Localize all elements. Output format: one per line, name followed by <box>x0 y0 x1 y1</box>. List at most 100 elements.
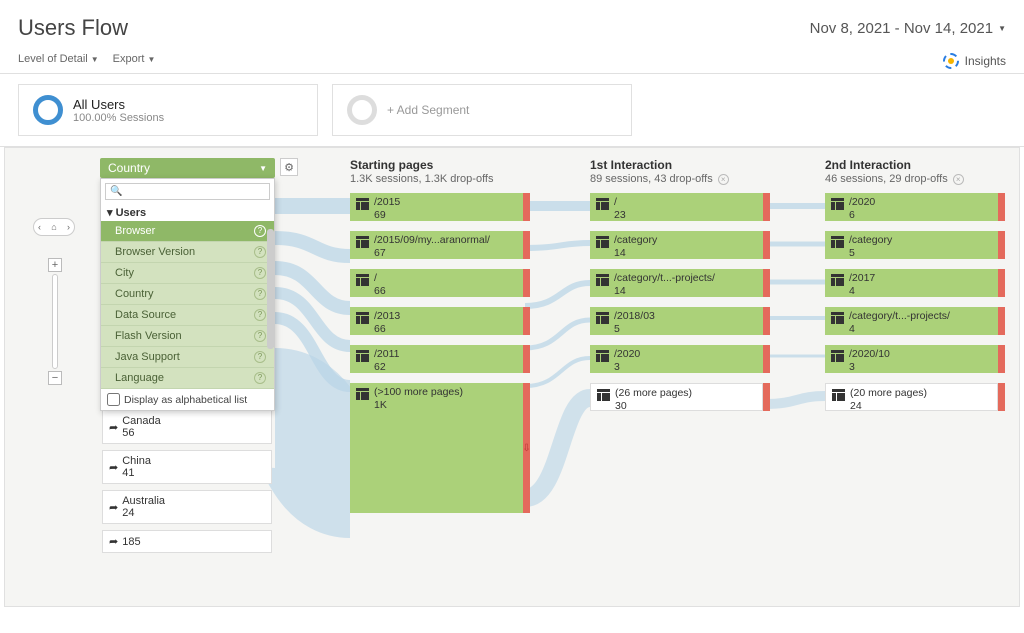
arrow-right-icon: ➦ <box>109 501 118 514</box>
flow-node[interactable]: /2018/035 <box>590 307 770 335</box>
zoom-in-button[interactable]: + <box>48 258 62 272</box>
node-text: (26 more pages)30 <box>615 387 692 412</box>
flow-node[interactable]: (20 more pages)24 <box>825 383 1005 411</box>
dimension-option[interactable]: City? <box>101 263 274 284</box>
dropoff-bar <box>523 269 530 297</box>
flow-canvas[interactable]: ‹ ⌂ › + − Country ▼ ⚙ 🔍 ▾ Users Browser?… <box>4 147 1020 607</box>
insights-button[interactable]: Insights <box>943 53 1006 69</box>
page-icon <box>356 274 369 286</box>
country-node[interactable]: ➦ Canada56 <box>102 410 272 444</box>
help-icon[interactable]: ? <box>254 330 266 342</box>
chevron-left-icon[interactable]: ‹ <box>38 222 41 232</box>
flow-node[interactable]: (>100 more pages)1K⇩ <box>350 383 530 513</box>
help-icon[interactable]: ? <box>254 309 266 321</box>
flow-node[interactable]: /20174 <box>825 269 1005 297</box>
dropoff-bar <box>523 307 530 335</box>
add-segment-label: + Add Segment <box>387 103 469 117</box>
remove-column-button[interactable]: × <box>718 174 729 185</box>
page-icon <box>831 198 844 210</box>
caret-down-icon: ▼ <box>259 164 267 173</box>
arrow-right-icon: ➦ <box>109 461 118 474</box>
flow-node[interactable]: /2020/103 <box>825 345 1005 373</box>
zoom-out-button[interactable]: − <box>48 371 62 385</box>
dimension-option[interactable]: Browser Version? <box>101 242 274 263</box>
page-icon <box>356 350 369 362</box>
flow-node[interactable]: /category/t...-projects/4 <box>825 307 1005 335</box>
country-text: Canada56 <box>122 415 161 439</box>
page-icon <box>596 236 609 248</box>
page-title: Users Flow <box>18 15 128 41</box>
dimension-option[interactable]: Data Source? <box>101 305 274 326</box>
dimension-selected-label: Country <box>108 161 150 175</box>
country-text: China41 <box>122 455 151 479</box>
help-icon[interactable]: ? <box>254 351 266 363</box>
dimension-option[interactable]: Browser? <box>101 221 274 242</box>
flow-node[interactable]: /2015/09/my...aranormal/67 <box>350 231 530 259</box>
dimension-option-label: Browser <box>115 225 155 237</box>
level-of-detail-label: Level of Detail <box>18 53 88 65</box>
help-icon[interactable]: ? <box>254 288 266 300</box>
dimension-option[interactable]: Language? <box>101 368 274 389</box>
chevron-right-icon[interactable]: › <box>67 222 70 232</box>
help-icon[interactable]: ? <box>254 246 266 258</box>
level-of-detail-menu[interactable]: Level of Detail ▼ <box>18 53 99 65</box>
flow-node[interactable]: /66 <box>350 269 530 297</box>
flow-node[interactable]: (26 more pages)30 <box>590 383 770 411</box>
dimension-dropdown[interactable]: Country ▼ ⚙ 🔍 ▾ Users Browser?Browser Ve… <box>100 158 275 411</box>
date-range-picker[interactable]: Nov 8, 2021 - Nov 14, 2021 ▼ <box>810 20 1006 37</box>
dimension-settings-button[interactable]: ⚙ <box>280 158 298 176</box>
alphabetical-label: Display as alphabetical list <box>124 394 247 406</box>
page-icon <box>832 389 845 401</box>
segment-all-users[interactable]: All Users 100.00% Sessions <box>18 84 318 136</box>
export-menu[interactable]: Export ▼ <box>113 53 156 65</box>
flow-node[interactable]: /201366 <box>350 307 530 335</box>
node-text: (20 more pages)24 <box>850 387 927 412</box>
dropoff-bar <box>523 193 530 221</box>
dimension-option[interactable]: Java Support? <box>101 347 274 368</box>
arrow-right-icon: ➦ <box>109 421 118 434</box>
alphabetical-checkbox[interactable] <box>107 393 120 406</box>
caret-down-icon: ▼ <box>147 55 155 64</box>
alphabetical-toggle[interactable]: Display as alphabetical list <box>101 389 274 410</box>
node-text: /201162 <box>374 348 400 373</box>
dropoff-bar: ⇩ <box>523 383 530 513</box>
flow-node[interactable]: /201569 <box>350 193 530 221</box>
add-segment-button[interactable]: + Add Segment <box>332 84 632 136</box>
segment-subtitle: 100.00% Sessions <box>73 112 164 124</box>
insights-label: Insights <box>965 54 1006 68</box>
dimension-dropdown-header[interactable]: Country ▼ <box>100 158 275 178</box>
node-text: /2015/09/my...aranormal/67 <box>374 234 490 259</box>
column-subtitle-second: 46 sessions, 29 drop-offs <box>825 173 948 185</box>
nav-home-control[interactable]: ‹ ⌂ › <box>33 218 75 236</box>
page-icon <box>356 236 369 248</box>
page-icon <box>831 312 844 324</box>
flow-node[interactable]: /category5 <box>825 231 1005 259</box>
dropoff-bar <box>998 307 1005 335</box>
remove-column-button[interactable]: × <box>953 174 964 185</box>
flow-node[interactable]: /201162 <box>350 345 530 373</box>
dimension-option[interactable]: Flash Version? <box>101 326 274 347</box>
flow-node[interactable]: /category14 <box>590 231 770 259</box>
arrow-right-icon: ➦ <box>109 535 118 548</box>
country-node[interactable]: ➦ China41 <box>102 450 272 484</box>
country-node[interactable]: ➦Australia24 <box>102 490 272 524</box>
dropdown-scrollbar[interactable] <box>267 229 274 349</box>
dropoff-bar <box>763 345 770 373</box>
dimension-section-users[interactable]: ▾ Users <box>101 204 274 221</box>
node-text: /23 <box>614 196 626 221</box>
help-icon[interactable]: ? <box>254 225 266 237</box>
help-icon[interactable]: ? <box>254 267 266 279</box>
flow-node[interactable]: /23 <box>590 193 770 221</box>
flow-node[interactable]: /20206 <box>825 193 1005 221</box>
flow-node[interactable]: /category/t...-projects/14 <box>590 269 770 297</box>
node-text: /20174 <box>849 272 875 297</box>
home-icon[interactable]: ⌂ <box>51 222 56 232</box>
dimension-option[interactable]: Country? <box>101 284 274 305</box>
page-icon <box>831 236 844 248</box>
zoom-slider[interactable] <box>52 274 58 369</box>
dimension-search-input[interactable]: 🔍 <box>105 183 270 200</box>
dropoff-bar <box>523 345 530 373</box>
country-node[interactable]: ➦185 <box>102 530 272 553</box>
help-icon[interactable]: ? <box>254 372 266 384</box>
flow-node[interactable]: /20203 <box>590 345 770 373</box>
